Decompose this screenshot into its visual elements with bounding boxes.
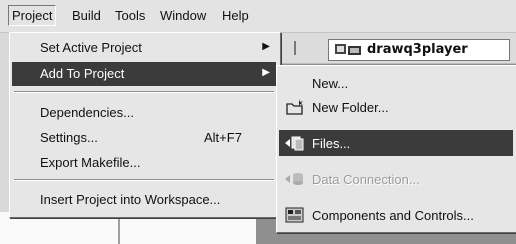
toolbar-separator — [294, 41, 296, 55]
submenu-item-data-connection[interactable]: Data Connection... — [279, 166, 513, 192]
menu-item-add-to-project[interactable]: Add To Project ▶ — [12, 62, 276, 86]
project-combo-value: drawq3player — [367, 42, 468, 57]
submenu-item-new-folder[interactable]: New Folder... — [279, 94, 513, 120]
project-menu: Set Active Project ▶ Add To Project ▶ De… — [9, 32, 281, 218]
new-folder-icon — [286, 99, 303, 115]
submenu-item-new[interactable]: New... — [279, 70, 513, 96]
menu-separator — [14, 91, 274, 93]
components-icon — [285, 207, 304, 223]
menu-build[interactable]: Build — [72, 8, 101, 23]
data-connection-icon — [285, 173, 303, 185]
submenu-item-components-controls[interactable]: Components and Controls... — [279, 202, 513, 228]
menu-project[interactable]: Project — [8, 5, 57, 26]
menu-separator — [14, 179, 274, 181]
menu-item-insert-project[interactable]: Insert Project into Workspace... — [12, 188, 276, 212]
menu-tools[interactable]: Tools — [115, 8, 145, 23]
menu-item-settings[interactable]: Settings... Alt+F7 — [12, 126, 276, 150]
add-to-project-submenu: New... New Folder... Files... Data Conne… — [276, 65, 516, 233]
submenu-arrow-icon: ▶ — [262, 67, 270, 78]
menu-item-export-makefile[interactable]: Export Makefile... — [12, 151, 276, 175]
menu-bar: Project Build Tools Window Help — [0, 0, 516, 33]
menu-item-dependencies[interactable]: Dependencies... — [12, 101, 276, 125]
add-files-icon — [285, 136, 304, 151]
project-icon — [335, 44, 361, 55]
shortcut-label: Alt+F7 — [204, 130, 242, 145]
toolbar: drawq3player — [256, 33, 516, 64]
project-combo[interactable]: drawq3player — [328, 39, 510, 61]
submenu-item-files[interactable]: Files... — [279, 130, 513, 156]
menu-item-set-active-project[interactable]: Set Active Project ▶ — [12, 36, 276, 60]
submenu-arrow-icon: ▶ — [262, 41, 270, 52]
menu-window[interactable]: Window — [160, 8, 206, 23]
menu-help[interactable]: Help — [222, 8, 249, 23]
